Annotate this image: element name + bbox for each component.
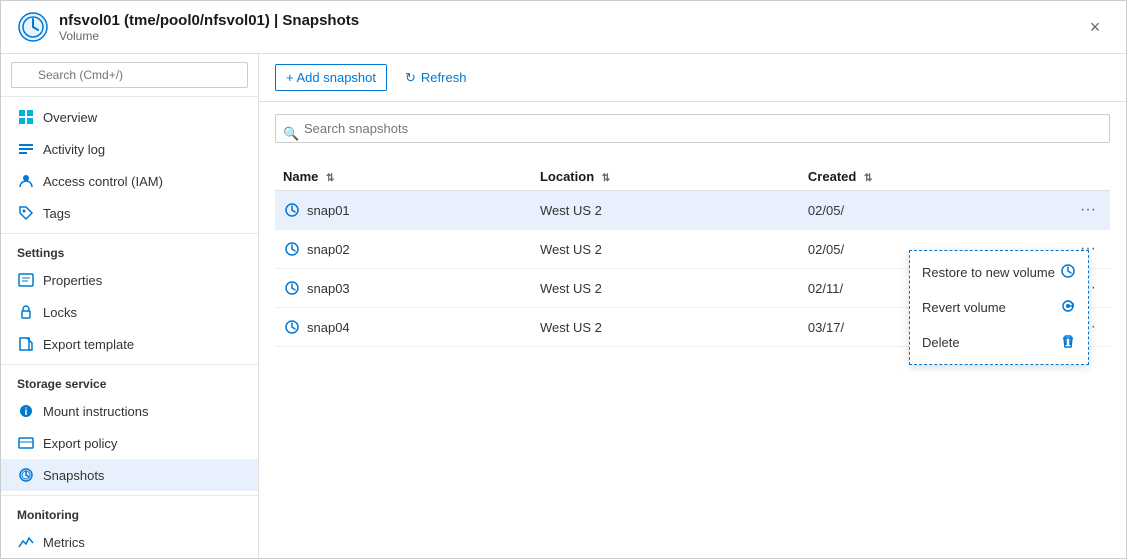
table-header: Name ⇅ Location ⇅ Created ⇅	[275, 163, 1110, 191]
snapshots-search-icon: 🔍	[283, 126, 299, 142]
sidebar-item-mount-label: Mount instructions	[43, 404, 149, 419]
sidebar-item-tags[interactable]: Tags	[1, 197, 258, 229]
refresh-icon: ↻	[405, 70, 416, 86]
add-snapshot-button[interactable]: + Add snapshot	[275, 64, 387, 91]
title-bar: nfsvol01 (tme/pool0/nfsvol01) | Snapshot…	[1, 1, 1126, 54]
app-window: nfsvol01 (tme/pool0/nfsvol01) | Snapshot…	[0, 0, 1127, 559]
snap02-icon	[283, 240, 301, 258]
refresh-button[interactable]: ↻ Refresh	[395, 65, 476, 91]
context-menu: Restore to new volume Revert volume	[909, 250, 1089, 365]
row-snap01-created: 02/05/	[800, 191, 1050, 230]
monitoring-section-header: Monitoring	[1, 495, 258, 526]
svg-text:i: i	[25, 407, 28, 418]
close-button[interactable]: ×	[1080, 12, 1110, 42]
context-menu-restore-new-volume[interactable]: Restore to new volume	[910, 255, 1088, 290]
main-layout: 🔍 Overview Activity log	[1, 54, 1126, 558]
snapshots-icon	[17, 466, 35, 484]
storage-section-header: Storage service	[1, 364, 258, 395]
restore-icon	[1060, 263, 1076, 282]
export-template-icon	[17, 335, 35, 353]
snap01-icon	[283, 201, 301, 219]
tags-icon	[17, 204, 35, 222]
row-snap04-name: snap04	[275, 308, 532, 347]
col-created[interactable]: Created ⇅	[800, 163, 1050, 191]
export-policy-icon	[17, 434, 35, 452]
content-area: + Add snapshot ↻ Refresh 🔍 Name	[259, 54, 1126, 558]
col-location[interactable]: Location ⇅	[532, 163, 800, 191]
refresh-label: Refresh	[421, 70, 467, 85]
sidebar-item-snapshots-label: Snapshots	[43, 468, 104, 483]
page-title: nfsvol01 (tme/pool0/nfsvol01) | Snapshot…	[59, 12, 1080, 29]
col-name[interactable]: Name ⇅	[275, 163, 532, 191]
metrics-icon	[17, 533, 35, 551]
sidebar-item-locks-label: Locks	[43, 305, 77, 320]
sort-created-icon: ⇅	[864, 173, 872, 184]
locks-icon	[17, 303, 35, 321]
sidebar-item-export-template-label: Export template	[43, 337, 134, 352]
toolbar: + Add snapshot ↻ Refresh	[259, 54, 1126, 102]
sidebar: 🔍 Overview Activity log	[1, 54, 259, 558]
sidebar-item-export-policy-label: Export policy	[43, 436, 117, 451]
activity-icon	[17, 140, 35, 158]
sidebar-item-metrics[interactable]: Metrics	[1, 526, 258, 558]
app-icon	[17, 11, 49, 43]
snap01-more-button[interactable]: ···	[1074, 199, 1102, 221]
context-menu-delete[interactable]: Delete	[910, 325, 1088, 360]
sidebar-search-input[interactable]	[11, 62, 248, 88]
revert-icon	[1060, 298, 1076, 317]
delete-label: Delete	[922, 335, 960, 350]
sidebar-item-export-template[interactable]: Export template	[1, 328, 258, 360]
row-snap02-location: West US 2	[532, 230, 800, 269]
title-text: nfsvol01 (tme/pool0/nfsvol01) | Snapshot…	[59, 12, 1080, 43]
restore-new-volume-label: Restore to new volume	[922, 265, 1055, 280]
iam-icon	[17, 172, 35, 190]
settings-section-header: Settings	[1, 233, 258, 264]
properties-icon	[17, 271, 35, 289]
row-snap03-location: West US 2	[532, 269, 800, 308]
page-subtitle: Volume	[59, 29, 1080, 43]
sidebar-item-properties-label: Properties	[43, 273, 102, 288]
col-actions	[1050, 163, 1110, 191]
overview-icon	[17, 108, 35, 126]
sidebar-item-tags-label: Tags	[43, 206, 70, 221]
context-menu-revert-volume[interactable]: Revert volume	[910, 290, 1088, 325]
row-snap01-actions: ···	[1050, 191, 1110, 230]
sidebar-item-activity-log-label: Activity log	[43, 142, 105, 157]
sidebar-item-activity-log[interactable]: Activity log	[1, 133, 258, 165]
sidebar-item-access-label: Access control (IAM)	[43, 174, 163, 189]
row-snap02-name: snap02	[275, 230, 532, 269]
sidebar-item-overview-label: Overview	[43, 110, 97, 125]
sidebar-item-properties[interactable]: Properties	[1, 264, 258, 296]
content-body: 🔍 Name ⇅ Location ⇅	[259, 102, 1126, 558]
row-snap04-location: West US 2	[532, 308, 800, 347]
snap04-icon	[283, 318, 301, 336]
sidebar-item-locks[interactable]: Locks	[1, 296, 258, 328]
table-row[interactable]: snap01 West US 2 02/05/ ···	[275, 191, 1110, 230]
revert-volume-label: Revert volume	[922, 300, 1006, 315]
sort-location-icon: ⇅	[602, 173, 610, 184]
snapshots-search-wrap: 🔍	[275, 114, 1110, 153]
sidebar-item-overview[interactable]: Overview	[1, 101, 258, 133]
sidebar-item-metrics-label: Metrics	[43, 535, 85, 550]
snap03-icon	[283, 279, 301, 297]
sidebar-item-mount-instructions[interactable]: i Mount instructions	[1, 395, 258, 427]
sidebar-search-wrap: 🔍	[11, 62, 248, 88]
delete-icon	[1060, 333, 1076, 352]
sidebar-item-export-policy[interactable]: Export policy	[1, 427, 258, 459]
sidebar-item-snapshots[interactable]: Snapshots	[1, 459, 258, 491]
row-snap03-name: snap03	[275, 269, 532, 308]
row-snap01-location: West US 2	[532, 191, 800, 230]
sidebar-nav: Overview Activity log Access control (IA…	[1, 97, 258, 558]
mount-icon: i	[17, 402, 35, 420]
row-snap01-name: snap01	[275, 191, 532, 230]
sidebar-item-access-control[interactable]: Access control (IAM)	[1, 165, 258, 197]
sort-name-icon: ⇅	[326, 173, 334, 184]
snapshots-search-input[interactable]	[275, 114, 1110, 143]
